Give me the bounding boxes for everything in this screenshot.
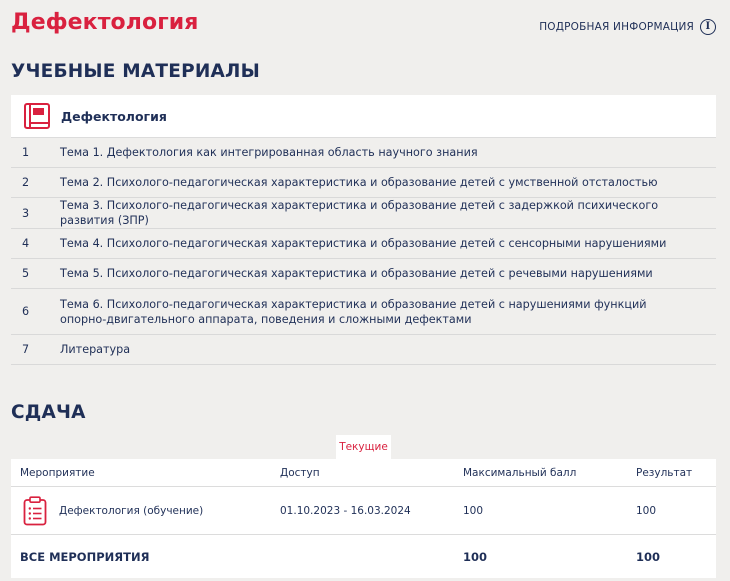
material-item[interactable]: 7 Литература [11,335,716,365]
material-item[interactable]: 1 Тема 1. Дефектология как интегрированн… [11,138,716,168]
course-title: Дефектология [61,108,167,124]
column-max-score: Максимальный балл [463,466,577,479]
material-number: 1 [22,146,30,159]
material-item[interactable]: 3 Тема 3. Психолого-педагогическая харак… [11,198,716,229]
material-number: 6 [22,305,30,318]
material-link[interactable]: Тема 4. Психолого-педагогическая характе… [60,236,716,251]
more-info-label: Подробная информация [539,21,694,33]
material-item[interactable]: 6 Тема 6. Психолого-педагогическая харак… [11,289,716,335]
material-number: 3 [22,206,30,220]
material-number: 2 [22,176,30,189]
material-item[interactable]: 5 Тема 5. Психолого-педагогическая харак… [11,259,716,289]
column-event: Мероприятие [20,466,95,479]
materials-heading: УЧЕБНЫЕ МАТЕРИАЛЫ [11,61,260,82]
table-row[interactable]: Дефектология (обучение) 01.10.2023 - 16.… [11,487,716,535]
total-max-score: 100 [463,549,488,564]
material-link[interactable]: Тема 2. Психолого-педагогическая характе… [60,175,716,190]
course-header[interactable]: Дефектология [11,95,716,138]
tab-current[interactable]: Текущие [336,435,391,459]
material-link[interactable]: Тема 6. Психолого-педагогическая характе… [60,297,716,327]
material-item[interactable]: 4 Тема 4. Психолого-педагогическая харак… [11,229,716,259]
total-label: ВСЕ МЕРОПРИЯТИЯ [20,549,150,564]
material-item[interactable]: 2 Тема 2. Психолого-педагогическая харак… [11,168,716,198]
material-link[interactable]: Тема 5. Психолого-педагогическая характе… [60,266,716,281]
column-access: Доступ [280,466,320,479]
material-number: 5 [22,267,30,280]
table-total-row: ВСЕ МЕРОПРИЯТИЯ 100 100 [11,535,716,578]
book-icon [24,103,50,129]
event-link[interactable]: Дефектология (обучение) [59,505,203,517]
max-score-cell: 100 [463,504,484,517]
info-icon[interactable]: i [700,19,716,35]
access-cell: 01.10.2023 - 16.03.2024 [280,504,411,517]
page-title: Дефектология [11,10,199,35]
event-cell[interactable]: Дефектология (обучение) [11,495,280,526]
table-header: Мероприятие Доступ Максимальный балл Рез… [11,459,716,487]
material-link[interactable]: Тема 3. Психолого-педагогическая характе… [60,198,716,228]
clipboard-icon [23,495,47,525]
material-link[interactable]: Литература [60,342,716,357]
materials-list: Дефектология 1 Тема 1. Дефектология как … [11,95,716,365]
material-number: 4 [22,237,30,250]
column-result: Результат [636,466,693,479]
result-cell: 100 [636,504,657,517]
total-result: 100 [636,549,661,564]
material-number: 7 [22,343,30,356]
submission-heading: СДАЧА [11,402,86,423]
more-info-link[interactable]: Подробная информация i [539,19,716,35]
material-link[interactable]: Тема 1. Дефектология как интегрированная… [60,145,716,160]
submission-table: Мероприятие Доступ Максимальный балл Рез… [11,459,716,578]
